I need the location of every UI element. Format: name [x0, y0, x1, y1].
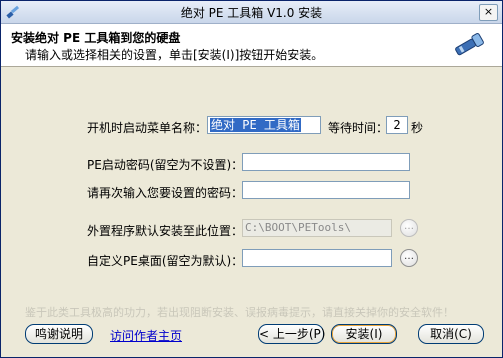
- confirm-password-label: 请再次输入您要设置的密码：: [87, 186, 244, 200]
- cancel-button[interactable]: 取消(C): [418, 324, 484, 344]
- form-area: 开机时启动菜单名称： 绝对 PE 工具箱 等待时间： 2 秒 PE启动密码(留空…: [1, 67, 502, 357]
- external-path-browse-button[interactable]: …: [400, 219, 418, 237]
- desktop-label: 自定义PE桌面(留空为默认)：: [87, 254, 244, 268]
- back-button[interactable]: < 上一步(P): [258, 324, 325, 344]
- security-notice: 鉴于此类工具极高的功力，若出现阻断安装、误报病毒提示，请直接关掉你的安全软件！: [25, 306, 454, 319]
- menu-name-label: 开机时启动菜单名称：: [87, 121, 208, 135]
- menu-name-input[interactable]: 绝对 PE 工具箱: [207, 116, 321, 134]
- flashlight-icon: [455, 33, 484, 56]
- desktop-input[interactable]: [242, 249, 392, 267]
- wait-time-unit: 秒: [411, 121, 424, 135]
- desktop-browse-button[interactable]: …: [400, 249, 418, 267]
- pe-password-label: PE启动密码(留空为不设置)：: [87, 158, 244, 172]
- header-banner: 安装绝对 PE 工具箱到您的硬盘 请输入或选择相关的设置，单击[安装(I)]按钮…: [1, 24, 502, 67]
- menu-name-value: 绝对 PE 工具箱: [210, 118, 301, 132]
- close-button[interactable]: ×: [479, 4, 498, 21]
- installer-window: 绝对 PE 工具箱 V1.0 安装 × 安装绝对 PE 工具箱到您的硬盘 请输入…: [0, 0, 503, 358]
- window-title: 绝对 PE 工具箱 V1.0 安装: [180, 6, 323, 20]
- header-subtitle: 请输入或选择相关的设置，单击[安装(I)]按钮开始安装。: [25, 48, 324, 62]
- pe-password-input[interactable]: [242, 153, 410, 171]
- header-title: 安装绝对 PE 工具箱到您的硬盘: [11, 31, 181, 45]
- thanks-button[interactable]: 鸣谢说明: [25, 324, 93, 344]
- wait-time-label: 等待时间：: [328, 121, 389, 135]
- external-path-input[interactable]: C:\BOOT\PETools\: [242, 219, 392, 237]
- install-button[interactable]: 安装(I): [331, 324, 397, 344]
- confirm-password-input[interactable]: [242, 181, 410, 199]
- visit-author-link[interactable]: 访问作者主页: [110, 327, 182, 344]
- title-bar[interactable]: 绝对 PE 工具箱 V1.0 安装 ×: [1, 1, 502, 24]
- external-path-label: 外置程序默认安装至此位置：: [87, 224, 244, 238]
- wait-time-input[interactable]: 2: [386, 116, 408, 134]
